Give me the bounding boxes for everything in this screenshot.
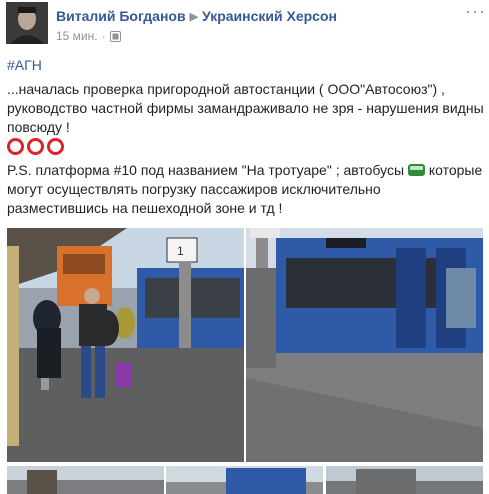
post-photo-2[interactable] bbox=[246, 228, 483, 462]
red-circle-icon bbox=[47, 138, 64, 155]
post-paragraph-1: ...началась проверка пригородной автоста… bbox=[7, 81, 484, 135]
facebook-post: Виталий Богданов ▶ Украинский Херсон 15 ми… bbox=[0, 0, 489, 494]
red-circle-icon bbox=[27, 138, 44, 155]
hashtag-link[interactable]: #АГН bbox=[7, 57, 42, 73]
post-photo-1[interactable]: 1 bbox=[7, 228, 244, 462]
group-name-link[interactable]: Украинский Херсон bbox=[202, 8, 337, 24]
author-avatar[interactable] bbox=[6, 2, 48, 44]
platform-sign-number: 1 bbox=[177, 244, 184, 258]
post-photo-3[interactable] bbox=[7, 466, 164, 494]
bus-emoji-icon bbox=[407, 164, 425, 176]
globe-privacy-icon[interactable] bbox=[109, 30, 121, 42]
author-name-link[interactable]: Виталий Богданов bbox=[56, 8, 186, 24]
post-header: Виталий Богданов ▶ Украинский Херсон bbox=[56, 8, 337, 24]
ps-text-start: P.S. платформа #10 под названием "На тро… bbox=[7, 162, 405, 178]
post-photo-4[interactable] bbox=[166, 466, 323, 494]
arrow-right-icon: ▶ bbox=[189, 11, 199, 23]
red-circles-emoji bbox=[7, 138, 64, 155]
post-options-menu-icon[interactable]: ··· bbox=[465, 2, 486, 20]
hashtag-line: #АГН bbox=[7, 56, 485, 75]
timestamp-link[interactable]: 15 мин. bbox=[56, 29, 98, 43]
post-photo-5[interactable] bbox=[326, 466, 483, 494]
meta-separator: · bbox=[101, 29, 106, 43]
post-meta: 15 мин. · bbox=[56, 29, 121, 43]
red-circle-icon bbox=[7, 138, 24, 155]
post-paragraph-ps: P.S. платформа #10 под названием "На тро… bbox=[7, 161, 485, 218]
